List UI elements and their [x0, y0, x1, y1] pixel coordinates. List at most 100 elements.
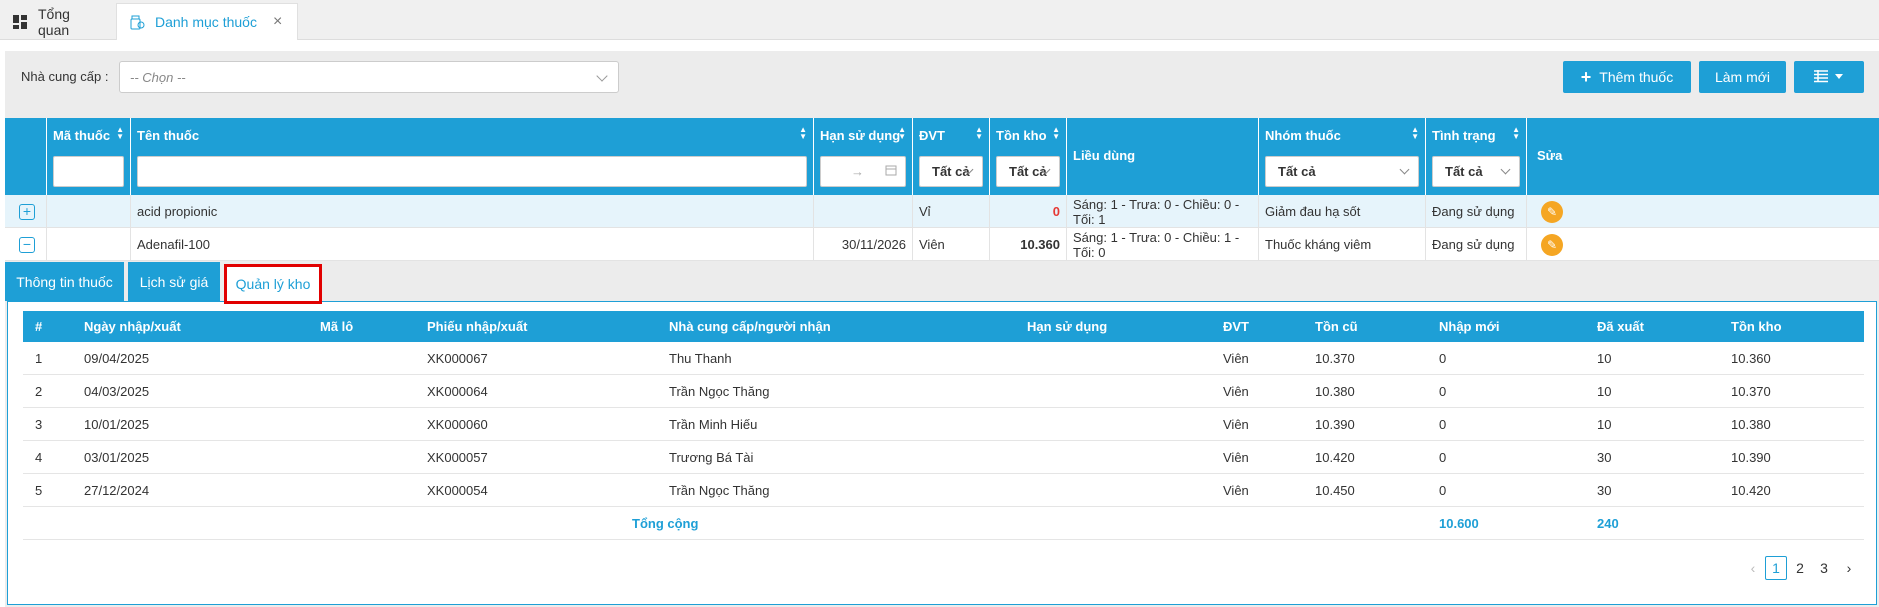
header-expiry[interactable]: Hạn sử dụng ▲ ▼ → — [814, 118, 913, 195]
add-medicine-button[interactable]: + Thêm thuốc — [1563, 61, 1691, 93]
tab-price-history[interactable]: Lịch sử giá — [128, 262, 220, 301]
status-filter-value: Tất cả — [1445, 164, 1483, 179]
tab-medicine-info[interactable]: Thông tin thuốc — [5, 262, 124, 301]
sort-icon[interactable]: ▲ ▼ — [1052, 126, 1060, 141]
tab-medicine-list[interactable]: Danh mục thuốc × — [116, 3, 298, 40]
date-cell: 10/01/2025 — [84, 417, 150, 432]
header-stock-label: Tồn kho — [996, 128, 1047, 143]
party-cell: Trần Ngọc Thăng — [669, 483, 770, 498]
expiry-cell — [814, 195, 913, 228]
stock-cell: 0 — [990, 195, 1067, 228]
stock-header-old-stock: Tồn cũ — [1315, 319, 1358, 334]
page-2-button[interactable]: 2 — [1789, 556, 1811, 580]
plus-icon: + — [1580, 66, 1592, 87]
header-unit[interactable]: ĐVT ▲ ▼ Tất cả — [913, 118, 990, 195]
columns-menu-button[interactable] — [1794, 61, 1864, 93]
header-group-label: Nhóm thuốc — [1265, 128, 1341, 143]
status-filter-select[interactable]: Tất cả — [1432, 156, 1520, 187]
unit-cell: Viên — [1223, 483, 1249, 498]
status-cell: Đang sử dụng — [1426, 195, 1527, 228]
sort-icon[interactable]: ▲ ▼ — [1411, 126, 1419, 141]
header-name[interactable]: Tên thuốc ▲ ▼ — [131, 118, 814, 195]
exported-cell: 30 — [1597, 450, 1612, 465]
prev-page-button[interactable]: ‹ — [1742, 556, 1764, 580]
chevron-down-icon — [1399, 164, 1410, 175]
sort-icon[interactable]: ▲ ▼ — [116, 126, 124, 141]
stock-cell: 10.420 — [1731, 483, 1771, 498]
stock-filter-select[interactable]: Tất cả — [996, 156, 1060, 187]
page-1-button[interactable]: 1 — [1765, 556, 1787, 580]
add-medicine-label: Thêm thuốc — [1599, 69, 1674, 85]
next-page-button[interactable]: › — [1838, 556, 1860, 580]
stock-cell: 10.380 — [1731, 417, 1771, 432]
unit-cell: Viên — [1223, 450, 1249, 465]
stock-header-stock: Tồn kho — [1731, 319, 1782, 334]
header-code[interactable]: Mã thuốc ▲ ▼ — [47, 118, 131, 195]
group-cell: Thuốc kháng viêm — [1259, 228, 1426, 261]
dashboard-icon — [12, 14, 28, 30]
tab-stock-management[interactable]: Quản lý kho — [224, 264, 322, 304]
stock-cell: 10.390 — [1731, 450, 1771, 465]
code-cell — [47, 228, 131, 261]
stock-filter-value: Tất cả — [1009, 164, 1047, 179]
header-edit-label: Sửa — [1537, 148, 1563, 163]
header-edit: Sửa — [1527, 118, 1879, 195]
stock-header-imported: Nhập mới — [1439, 319, 1500, 334]
header-status[interactable]: Tình trạng ▲ ▼ Tất cả — [1426, 118, 1527, 195]
pencil-icon[interactable]: ✎ — [1541, 233, 1563, 256]
unit-cell: Viên — [1223, 351, 1249, 366]
stock-cell: 10.370 — [1731, 384, 1771, 399]
chevron-down-icon — [1500, 164, 1511, 175]
arrow-right-icon: → — [851, 164, 864, 179]
page-3-button[interactable]: 3 — [1813, 556, 1835, 580]
index-cell: 1 — [35, 351, 43, 366]
stock-cell: 10.360 — [990, 228, 1067, 261]
voucher-cell: XK000057 — [427, 450, 488, 465]
table-row[interactable]: + acid propionic Vỉ 0 Sáng: 1 - Trưa: 0 … — [5, 195, 1879, 228]
supplier-select[interactable]: -- Chọn -- — [119, 61, 619, 93]
party-cell: Trương Bá Tài — [669, 450, 754, 465]
sort-icon[interactable]: ▲ ▼ — [799, 126, 807, 141]
date-cell: 09/04/2025 — [84, 351, 150, 366]
expiry-range-input[interactable]: → — [820, 156, 906, 187]
medicine-icon — [129, 14, 145, 30]
unit-filter-select[interactable]: Tất cả — [919, 156, 983, 187]
close-icon[interactable]: × — [273, 13, 282, 31]
index-cell: 5 — [35, 483, 43, 498]
list-columns-icon — [1812, 69, 1846, 86]
header-name-label: Tên thuốc — [137, 128, 200, 143]
header-dosage: Liều dùng — [1067, 118, 1259, 195]
expand-icon[interactable]: + — [19, 203, 35, 220]
chevron-down-icon — [596, 70, 608, 82]
group-filter-select[interactable]: Tất cả — [1265, 156, 1419, 187]
tab-medicine-list-label: Danh mục thuốc — [155, 14, 257, 30]
imported-cell: 0 — [1439, 351, 1447, 366]
total-exported: 240 — [1597, 516, 1619, 531]
old-stock-cell: 10.370 — [1315, 351, 1355, 366]
header-stock[interactable]: Tồn kho ▲ ▼ Tất cả — [990, 118, 1067, 195]
old-stock-cell: 10.420 — [1315, 450, 1355, 465]
old-stock-cell: 10.380 — [1315, 384, 1355, 399]
refresh-button[interactable]: Làm mới — [1699, 61, 1786, 93]
name-filter-input[interactable] — [137, 156, 807, 187]
voucher-cell: XK000060 — [427, 417, 488, 432]
stock-header-voucher: Phiếu nhập/xuất — [427, 319, 528, 334]
collapse-icon[interactable]: − — [19, 236, 35, 253]
date-cell: 27/12/2024 — [84, 483, 150, 498]
tab-overview[interactable]: Tổng quan — [0, 3, 114, 40]
index-cell: 3 — [35, 417, 43, 432]
table-row: 2 04/03/2025 XK000064 Trần Ngọc Thăng Viên 10… — [23, 375, 1864, 408]
header-group[interactable]: Nhóm thuốc ▲ ▼ Tất cả — [1259, 118, 1426, 195]
sort-icon[interactable]: ▲ ▼ — [975, 126, 983, 141]
code-filter-input[interactable] — [53, 156, 124, 187]
table-row[interactable]: − Adenafil-100 30/11/2026 Viên 10.360 Sá… — [5, 228, 1879, 261]
index-cell: 2 — [35, 384, 43, 399]
pencil-icon[interactable]: ✎ — [1541, 200, 1563, 223]
stock-header-expiry: Hạn sử dụng — [1027, 319, 1108, 334]
sort-icon[interactable]: ▲ ▼ — [1512, 126, 1520, 141]
total-label: Tổng cộng — [632, 516, 699, 531]
medicine-table-header: Mã thuốc ▲ ▼ Tên thuốc ▲ ▼ Hạn sử dụng ▲ ▼ … — [5, 118, 1879, 195]
index-cell: 4 — [35, 450, 43, 465]
voucher-cell: XK000064 — [427, 384, 488, 399]
sort-icon[interactable]: ▲ ▼ — [898, 126, 906, 141]
